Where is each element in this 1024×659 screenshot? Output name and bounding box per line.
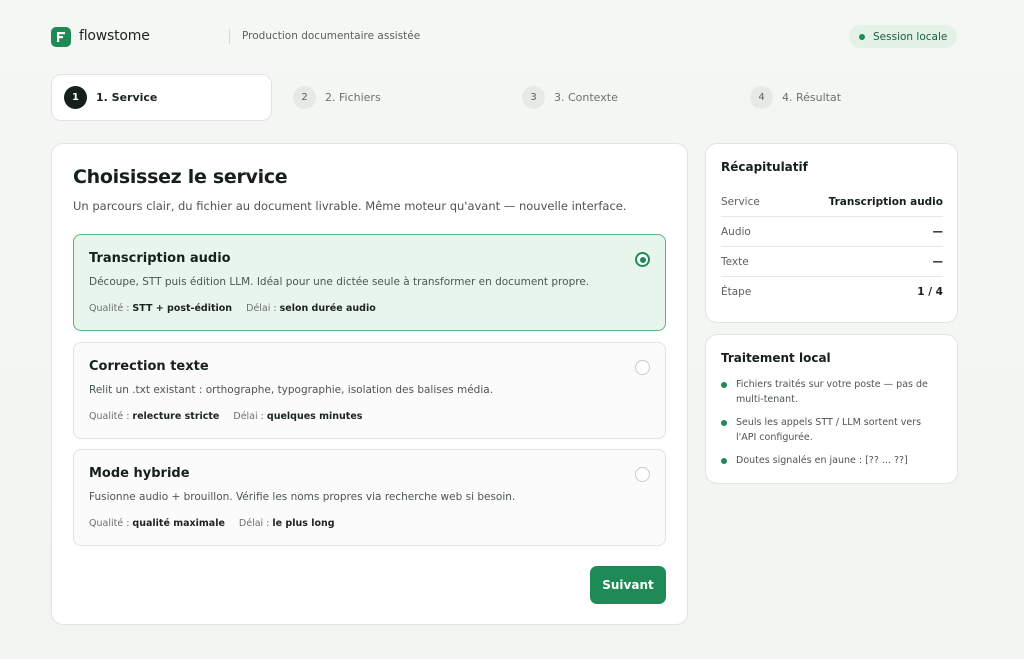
- option-title: Mode hybride: [89, 466, 190, 481]
- option-correction-texte[interactable]: Correction texte Relit un .txt existant …: [73, 342, 666, 439]
- summary-card: Récapitulatif Service Transcription audi…: [705, 143, 958, 323]
- step-service[interactable]: 1 1. Service: [64, 86, 157, 109]
- delay-value: selon durée audio: [279, 303, 376, 314]
- option-title: Correction texte: [89, 359, 209, 374]
- summary-row-etape: Étape 1 / 4: [721, 286, 943, 298]
- bullet-dot-icon: [721, 420, 727, 426]
- delay-value: le plus long: [272, 518, 335, 529]
- summary-row-texte: Texte —: [721, 247, 943, 277]
- option-meta: Qualité : STT + post-édition Délai : selo…: [89, 303, 376, 314]
- option-description: Relit un .txt existant : orthographe, ty…: [89, 384, 494, 396]
- summary-title: Récapitulatif: [721, 160, 808, 174]
- step-contexte[interactable]: 3 3. Contexte: [522, 86, 618, 109]
- step-label: 3. Contexte: [554, 91, 618, 104]
- session-badge: Session locale: [849, 25, 957, 48]
- radio-selected-icon[interactable]: [635, 252, 650, 267]
- header-divider: [229, 29, 230, 44]
- status-dot-icon: [859, 33, 865, 40]
- flowstome-logo-icon[interactable]: [51, 27, 71, 47]
- brand-name[interactable]: flowstome: [79, 28, 150, 44]
- option-description: Découpe, STT puis édition LLM. Idéal pou…: [89, 276, 590, 288]
- step-number: 4: [750, 86, 773, 109]
- step-label: 2. Fichiers: [325, 91, 381, 104]
- radio-empty-icon[interactable]: [635, 467, 650, 482]
- summary-row-audio: Audio —: [721, 217, 943, 247]
- step-number: 2: [293, 86, 316, 109]
- list-item: Doutes signalés en jaune : [?? ... ??]: [721, 453, 943, 468]
- option-mode-hybride[interactable]: Mode hybride Fusionne audio + brouillon.…: [73, 449, 666, 546]
- page-subtitle: Un parcours clair, du fichier au documen…: [73, 199, 627, 213]
- step-label: 1. Service: [96, 91, 158, 104]
- radio-empty-icon[interactable]: [635, 360, 650, 375]
- option-title: Transcription audio: [89, 251, 231, 266]
- quality-value: STT + post-édition: [132, 303, 233, 314]
- bullet-dot-icon: [721, 458, 727, 464]
- next-button[interactable]: Suivant: [590, 566, 666, 604]
- quality-value: relecture stricte: [132, 411, 220, 422]
- local-title: Traitement local: [721, 351, 831, 365]
- list-item: Seuls les appels STT / LLM sortent vers …: [721, 415, 943, 445]
- step-fichiers[interactable]: 2 2. Fichiers: [293, 86, 381, 109]
- bullet-dot-icon: [721, 382, 727, 388]
- option-meta: Qualité : qualité maximale Délai : le plu…: [89, 518, 335, 529]
- option-description: Fusionne audio + brouillon. Vérifie les …: [89, 491, 516, 503]
- step-resultat[interactable]: 4 4. Résultat: [750, 86, 841, 109]
- quality-value: qualité maximale: [132, 518, 225, 529]
- option-meta: Qualité : relecture stricte Délai : quelq…: [89, 411, 363, 422]
- delay-value: quelques minutes: [266, 411, 363, 422]
- header-tagline: Production documentaire assistée: [242, 30, 421, 42]
- app-header: flowstome Production documentaire assist…: [0, 0, 1024, 74]
- list-item: Fichiers traités sur votre poste — pas d…: [721, 377, 943, 407]
- page-title: Choisissez le service: [73, 166, 288, 188]
- step-number: 1: [64, 86, 87, 109]
- step-label: 4. Résultat: [782, 91, 842, 104]
- summary-row-service: Service Transcription audio: [721, 187, 943, 217]
- option-transcription-audio[interactable]: Transcription audio Découpe, STT puis éd…: [73, 234, 666, 331]
- step-number: 3: [522, 86, 545, 109]
- local-processing-card: Traitement local Fichiers traités sur vo…: [705, 334, 958, 484]
- session-label: Session locale: [873, 30, 948, 43]
